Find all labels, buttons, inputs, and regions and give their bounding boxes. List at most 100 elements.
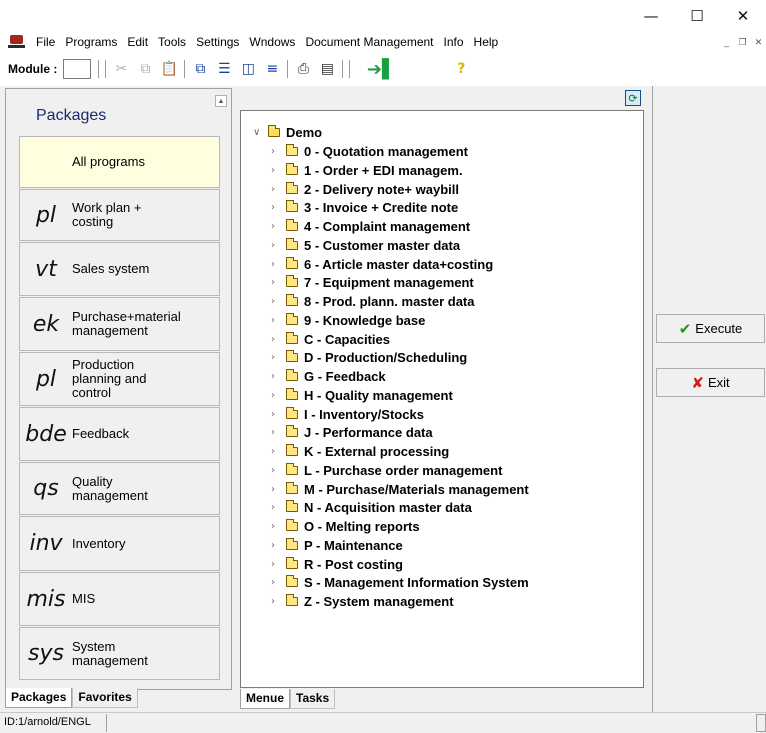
tree-item[interactable]: › C - Capacities (271, 331, 390, 348)
tree-item[interactable]: › 6 - Article master data+costing (271, 256, 493, 273)
chevron-right-icon[interactable]: › (271, 259, 283, 270)
chevron-right-icon[interactable]: › (271, 221, 283, 232)
chevron-right-icon[interactable]: › (271, 390, 283, 401)
chevron-right-icon[interactable]: › (271, 577, 283, 588)
tree-item[interactable]: › P - Maintenance (271, 537, 403, 554)
tree-item[interactable]: › S - Management Information System (271, 574, 529, 591)
menu-file[interactable]: File (31, 35, 60, 49)
module-input[interactable] (63, 59, 92, 79)
exit-label: Exit (707, 375, 730, 390)
chevron-right-icon[interactable]: › (271, 146, 283, 157)
chevron-right-icon[interactable]: › (271, 334, 283, 345)
chevron-right-icon[interactable]: › (271, 446, 283, 457)
tile-horizontal-icon[interactable]: ☰ (214, 59, 234, 79)
tree-item[interactable]: › H - Quality management (271, 387, 453, 404)
chevron-right-icon[interactable]: › (271, 315, 283, 326)
help-icon[interactable]: ? (451, 59, 471, 79)
tile-vertical-icon[interactable]: ◫ (238, 59, 258, 79)
menu-help[interactable]: Help (469, 35, 504, 49)
tree-root-demo[interactable]: ∨ Demo (253, 124, 322, 141)
tree-item[interactable]: › 4 - Complaint management (271, 218, 470, 235)
menu-programs[interactable]: Programs (60, 35, 122, 49)
tree-item[interactable]: › L - Purchase order management (271, 462, 502, 479)
chevron-right-icon[interactable]: › (271, 352, 283, 363)
menu-windows[interactable]: Wndows (244, 35, 300, 49)
chevron-right-icon[interactable]: › (271, 502, 283, 513)
chevron-right-icon[interactable]: › (271, 240, 283, 251)
chevron-right-icon[interactable]: › (271, 427, 283, 438)
maximize-button[interactable]: ☐ (674, 0, 720, 32)
chevron-right-icon[interactable]: › (271, 371, 283, 382)
tree-item[interactable]: › R - Post costing (271, 556, 403, 573)
mdi-restore-icon[interactable]: ❐ (735, 35, 750, 49)
package-quality-management[interactable]: qs Quality management (19, 462, 220, 515)
package-system-management[interactable]: sys System management (19, 627, 220, 680)
chevron-right-icon[interactable]: › (271, 559, 283, 570)
chevron-right-icon[interactable]: › (271, 296, 283, 307)
menu-settings[interactable]: Settings (191, 35, 244, 49)
menu-tree-panel: ⟳ ∨ Demo › 0 - Quotation management › 1 - O… (237, 86, 649, 712)
chevron-right-icon[interactable]: › (271, 540, 283, 551)
chevron-right-icon[interactable]: › (271, 165, 283, 176)
menu-edit[interactable]: Edit (122, 35, 153, 49)
chevron-down-icon[interactable]: ∨ (253, 127, 265, 138)
chevron-right-icon[interactable]: › (271, 465, 283, 476)
list-icon[interactable]: ≡ (262, 59, 282, 79)
mdi-close-icon[interactable]: ✕ (751, 35, 766, 49)
package-sales-system[interactable]: vt Sales system (19, 242, 220, 296)
tree-item[interactable]: › 9 - Knowledge base (271, 312, 425, 329)
tree-item[interactable]: › J - Performance data (271, 424, 433, 441)
close-button[interactable]: ✕ (720, 0, 766, 32)
tree-item[interactable]: › 3 - Invoice + Credite note (271, 199, 458, 216)
chevron-right-icon[interactable]: › (271, 484, 283, 495)
tree-item[interactable]: › 2 - Delivery note+ waybill (271, 181, 459, 198)
execute-button[interactable]: ✔ Execute (656, 314, 765, 343)
tree-item[interactable]: › K - External processing (271, 443, 449, 460)
package-all-programs[interactable]: All programs (19, 136, 220, 188)
package-production-planning[interactable]: pl Production planning and control (19, 352, 220, 406)
chevron-right-icon[interactable]: › (271, 184, 283, 195)
tree-item[interactable]: › I - Inventory/Stocks (271, 406, 424, 423)
package-purchase-material[interactable]: ek Purchase+material management (19, 297, 220, 351)
chevron-right-icon[interactable]: › (271, 409, 283, 420)
panel-collapse-icon[interactable]: ▲ (215, 95, 227, 107)
tree-item[interactable]: › D - Production/Scheduling (271, 349, 467, 366)
print-icon[interactable]: ⎙ (293, 59, 313, 79)
tree-item[interactable]: › Z - System management (271, 593, 454, 610)
exit-door-icon[interactable]: ➔▌ (363, 59, 399, 80)
package-feedback[interactable]: bde Feedback (19, 407, 220, 461)
tree-item[interactable]: › 0 - Quotation management (271, 143, 468, 160)
tree-item[interactable]: › M - Purchase/Materials management (271, 481, 529, 498)
printer-setup-icon[interactable]: ▤ (317, 59, 337, 79)
mdi-minimize-icon[interactable]: _ (719, 35, 734, 49)
tree-item[interactable]: › 8 - Prod. plann. master data (271, 293, 475, 310)
tree-item[interactable]: › N - Acquisition master data (271, 499, 472, 516)
tree-item[interactable]: › G - Feedback (271, 368, 386, 385)
paste-icon[interactable]: 📋 (159, 59, 179, 79)
menu-document-management[interactable]: Document Management (300, 35, 438, 49)
copy-icon[interactable]: ⧉ (135, 59, 155, 79)
chevron-right-icon[interactable]: › (271, 277, 283, 288)
chevron-right-icon[interactable]: › (271, 521, 283, 532)
package-work-plan[interactable]: pl Work plan + costing (19, 189, 220, 241)
cascade-windows-icon[interactable]: ⧉ (190, 59, 210, 79)
exit-button[interactable]: ✘ Exit (656, 368, 765, 397)
refresh-icon[interactable]: ⟳ (625, 90, 641, 106)
tree-item[interactable]: › 5 - Customer master data (271, 237, 460, 254)
tab-favorites[interactable]: Favorites (72, 688, 138, 708)
package-inventory[interactable]: inv Inventory (19, 516, 220, 571)
package-mis[interactable]: mis MIS (19, 572, 220, 626)
chevron-right-icon[interactable]: › (271, 596, 283, 607)
menu-info[interactable]: Info (439, 35, 469, 49)
chevron-right-icon[interactable]: › (271, 202, 283, 213)
tree-item[interactable]: › 7 - Equipment management (271, 274, 474, 291)
tab-tasks[interactable]: Tasks (290, 689, 336, 709)
cut-icon[interactable]: ✂ (111, 59, 131, 79)
app-icon[interactable] (8, 34, 26, 50)
tab-menue[interactable]: Menue (240, 689, 291, 709)
tab-packages[interactable]: Packages (5, 688, 73, 708)
tree-item[interactable]: › O - Melting reports (271, 518, 420, 535)
minimize-button[interactable]: — (628, 0, 674, 32)
menu-tools[interactable]: Tools (153, 35, 191, 49)
tree-item[interactable]: › 1 - Order + EDI managem. (271, 162, 463, 179)
